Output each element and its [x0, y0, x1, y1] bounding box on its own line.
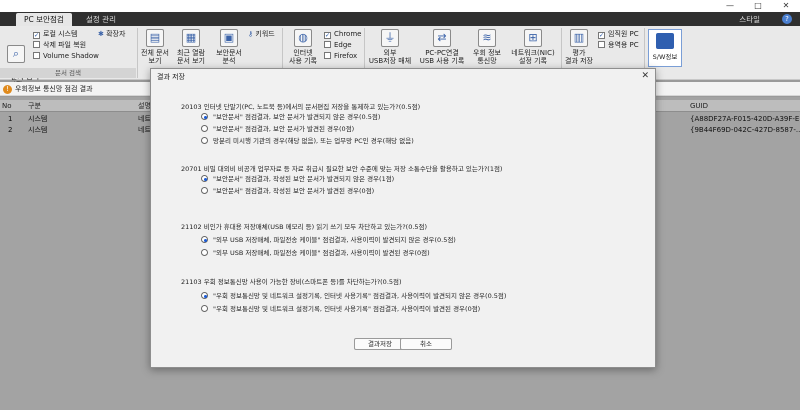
sw-info-button[interactable]: S/W정보	[648, 29, 682, 67]
option-21103-1[interactable]: "우회 정보통신망 및 네트워크 설정기록, 인터넷 사용기록" 점검결과, 사…	[201, 292, 506, 301]
radio-selected-icon	[201, 236, 208, 243]
column-header-guid[interactable]: GUID	[690, 100, 708, 112]
option-20103-3[interactable]: 망분리 미시행 기관의 경우(해당 없음), 또는 업무망 PC인 경우(해당 …	[201, 137, 414, 146]
question-20103: 20103 인터넷 단말기(PC, 노트북 등)에서의 문서편집 저장을 통제하…	[181, 103, 421, 111]
save-disk-icon: ▥	[570, 29, 588, 47]
checkbox-icon: ✓	[33, 32, 40, 39]
column-header-category[interactable]: 구분	[28, 100, 41, 112]
search-document-icon: ⌕	[7, 45, 25, 63]
document-icon: ▤	[146, 29, 164, 47]
target-contractor-pc[interactable]: 용역용 PC	[598, 40, 639, 50]
checkbox-icon	[324, 41, 331, 48]
title-bar: — □ ✕	[0, 0, 800, 12]
dialog-title: 결과 저장	[157, 73, 185, 81]
option-21102-2[interactable]: "외부 USB 저장매체, 파일전송 케이블" 점검결과, 사용이력이 발견된 …	[201, 249, 430, 258]
question-21103: 21103 우회 정보통신망 사용이 가능한 장비(스마트폰 등)를 차단하는가…	[181, 278, 402, 286]
question-21102: 21102 비인가 휴대용 저장매체(USB 메모리 등) 읽기 쓰기 모두 차…	[181, 223, 428, 231]
info-bar-text: 우회정보 통신망 점검 결과	[15, 85, 93, 93]
keyword-button[interactable]: ⚷ 키워드	[248, 29, 275, 39]
save-result-button[interactable]: 결과저장	[354, 338, 406, 350]
group-label-doc-search: 문서 검색	[0, 68, 136, 78]
option-21102-1[interactable]: "외부 USB 저장매체, 파일전송 케이블" 점검결과, 사용이력이 발견되지…	[201, 236, 456, 245]
checkbox-icon: ✓	[598, 32, 605, 39]
radio-icon	[201, 137, 208, 144]
column-header-description[interactable]: 설명	[138, 100, 151, 112]
secure-doc-button[interactable]: ▣ 보안문서 분석	[212, 29, 246, 65]
checkbox-icon	[33, 52, 40, 59]
network-nic-button[interactable]: ⊞ 네트워크(NIC) 설정 기록	[508, 29, 558, 65]
checkbox-icon	[33, 41, 40, 48]
checkbox-icon	[324, 52, 331, 59]
option-20701-2[interactable]: "보안문서" 점검결과, 작성된 보안 문서가 발견된 경우(0점)	[201, 187, 374, 196]
maximize-button[interactable]: □	[744, 0, 772, 12]
radio-icon	[201, 249, 208, 256]
style-menu[interactable]: 스타일	[739, 13, 760, 26]
question-20701: 20701 비밀 대외비 비공개 업무자료 등 자료 취급시 필요한 보안 수준…	[181, 165, 503, 173]
option-local-system[interactable]: ✓ 로컬 시스템	[33, 29, 77, 39]
network-icon: ⊞	[524, 29, 542, 47]
extension-button[interactable]: ✱ 확장자	[98, 29, 125, 39]
radio-icon	[201, 187, 208, 194]
eval-save-button[interactable]: ▥ 평가 결과 저장	[563, 29, 595, 65]
recent-doc-button[interactable]: ▦ 최근 열람 문서 보기	[174, 29, 208, 65]
external-usb-button[interactable]: ⏚ 외부 USB저장 매체	[366, 29, 414, 65]
wireless-bypass-button[interactable]: ≋ 우회 정보 통신망	[468, 29, 506, 65]
internet-usage-button[interactable]: ◍ 인터넷 사용 기록	[286, 29, 320, 65]
tab-settings-management[interactable]: 설정 관리	[78, 13, 124, 26]
help-icon[interactable]: ?	[782, 14, 792, 24]
browser-chrome[interactable]: ✓ Chrome	[324, 29, 361, 39]
close-window-button[interactable]: ✕	[772, 0, 800, 12]
browser-firefox[interactable]: Firefox	[324, 51, 357, 61]
option-20103-2[interactable]: "보안문서" 점검결과, 보안 문서가 발견된 경우(0점)	[201, 125, 354, 134]
cable-icon: ⇄	[433, 29, 451, 47]
sw-logo-icon	[656, 33, 674, 49]
radio-selected-icon	[201, 113, 208, 120]
radio-icon	[201, 125, 208, 132]
target-employee-pc[interactable]: ✓ 임직원 PC	[598, 29, 639, 39]
option-volume-shadow[interactable]: Volume Shadow	[33, 51, 99, 61]
checkbox-icon: ✓	[324, 32, 331, 39]
column-header-no[interactable]: No	[2, 100, 12, 112]
minimize-button[interactable]: —	[716, 0, 744, 12]
checkbox-icon	[598, 41, 605, 48]
tab-pc-security-check[interactable]: PC 보안점검	[16, 13, 72, 26]
full-doc-button[interactable]: ▤ 전체 문서 보기	[140, 29, 170, 65]
secure-document-icon: ▣	[220, 29, 238, 47]
radio-icon	[201, 305, 208, 312]
radio-selected-icon	[201, 175, 208, 182]
option-20103-1[interactable]: "보안문서" 점검결과, 보안 문서가 발견되지 않은 경우(0.5점)	[201, 113, 380, 122]
keyword-icon: ⚷	[248, 30, 254, 38]
pc-pc-link-button[interactable]: ⇄ PC-PC연결 USB 사용 기록	[418, 29, 466, 65]
option-20701-1[interactable]: "보안문서" 점검결과, 작성된 보안 문서가 발견되지 않은 경우(1점)	[201, 175, 394, 184]
dialog-close-icon[interactable]: ✕	[641, 71, 649, 81]
radio-selected-icon	[201, 292, 208, 299]
option-21103-2[interactable]: "우회 정보통신망 및 네트워크 설정기록, 인터넷 사용기록" 점검결과, 사…	[201, 305, 480, 314]
globe-icon: ◍	[294, 29, 312, 47]
ribbon-tab-bar: PC 보안점검 설정 관리 스타일 ?	[0, 12, 800, 26]
browser-edge[interactable]: Edge	[324, 40, 352, 50]
usb-icon: ⏚	[381, 29, 399, 47]
result-save-dialog: 결과 저장 ✕ 20103 인터넷 단말기(PC, 노트북 등)에서의 문서편집…	[150, 68, 656, 368]
warning-icon: !	[3, 85, 12, 94]
cancel-button[interactable]: 취소	[400, 338, 452, 350]
sw-info-label: S/W정보	[652, 53, 678, 61]
extension-icon: ✱	[98, 30, 104, 38]
recent-document-icon: ▦	[182, 29, 200, 47]
wifi-icon: ≋	[478, 29, 496, 47]
option-deleted-file-restore[interactable]: 삭제 파일 복원	[33, 40, 86, 50]
